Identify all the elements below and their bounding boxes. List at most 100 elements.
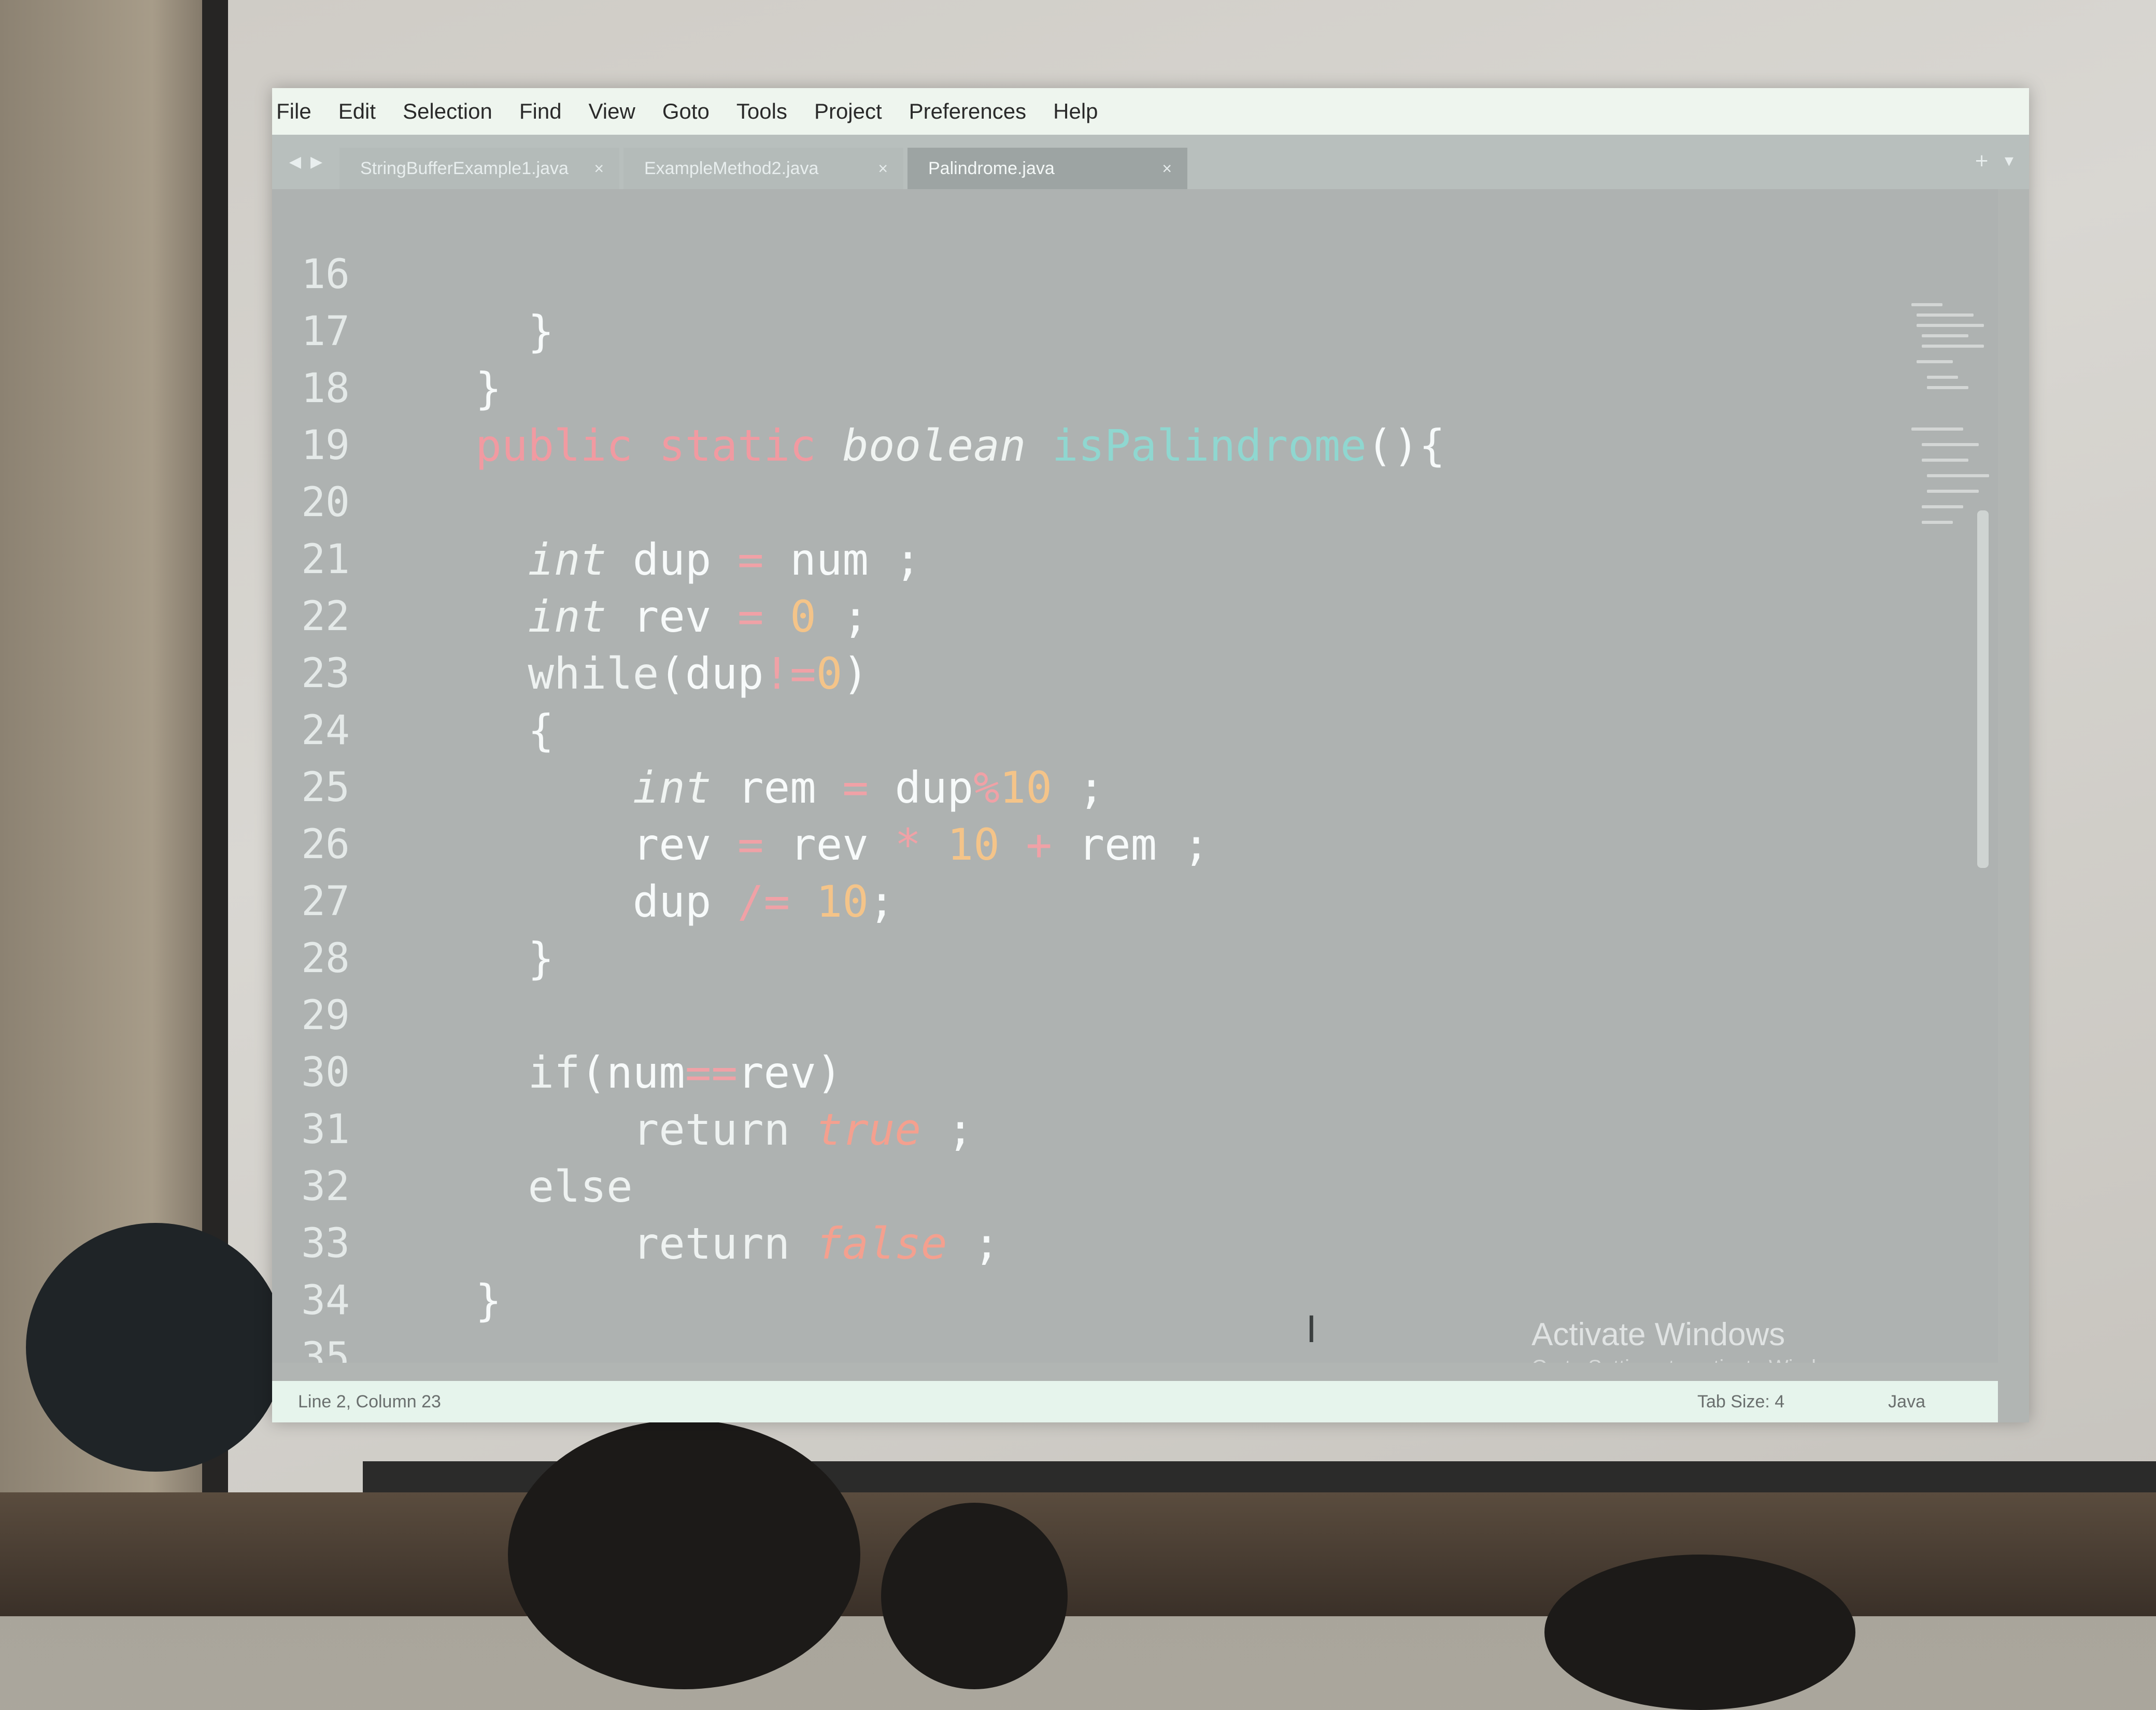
code-line: 24 int rem = dup%10 ; (272, 645, 1104, 813)
identifier: rev (790, 819, 869, 870)
number-literal: 0 (816, 648, 843, 699)
tab-palindrome[interactable]: Palindrome.java × (907, 148, 1187, 189)
code-line: 35 } (272, 1272, 429, 1363)
operator: + (1026, 819, 1052, 870)
operator: = (737, 819, 764, 870)
semicolon: ; (895, 534, 921, 585)
closing-brace: } (528, 306, 555, 357)
vertical-scrollbar[interactable] (1977, 510, 1989, 868)
boolean-literal: true (816, 1104, 921, 1155)
code-line: 29 if(num==rev) (272, 930, 842, 1098)
menu-view[interactable]: View (589, 99, 635, 124)
semicolon: ; (947, 1104, 974, 1155)
code-line: 32 return false ; (272, 1101, 1000, 1269)
identifier: (dup (659, 648, 764, 699)
tab-stringbufferexample1[interactable]: StringBufferExample1.java × (339, 148, 619, 189)
identifier: rem (737, 762, 816, 813)
keyword-if: if (528, 1047, 580, 1098)
number-literal: 10 (947, 819, 1000, 870)
code-line: 33 } (272, 1158, 502, 1326)
nav-left-arrow-icon[interactable]: ◀ (289, 153, 301, 171)
closing-brace: } (475, 1275, 502, 1326)
keyword-static: static (659, 420, 816, 471)
menu-preferences[interactable]: Preferences (909, 99, 1026, 124)
keyword-while: while (528, 648, 659, 699)
tab-label: Palindrome.java (928, 158, 1055, 178)
code-line: 31 else (272, 1044, 633, 1212)
menu-tools[interactable]: Tools (736, 99, 787, 124)
tab-close-icon[interactable]: × (1162, 159, 1172, 178)
keyword-return: return (632, 1218, 790, 1269)
operator: % (973, 762, 1000, 813)
syntax-indicator[interactable]: Java (1888, 1392, 1925, 1412)
tab-label: StringBufferExample1.java (360, 158, 569, 178)
paren: ) (842, 648, 869, 699)
code-line: 26 dup /= 10; (272, 759, 895, 927)
keyword-return: return (632, 1104, 790, 1155)
menu-file[interactable]: File (276, 99, 311, 124)
identifier: dup (895, 762, 974, 813)
type-int: int (528, 534, 607, 585)
identifier: rev) (737, 1047, 843, 1098)
tab-tools: + ▾ (1974, 150, 2013, 171)
tab-size-indicator[interactable]: Tab Size: 4 (1697, 1392, 1784, 1412)
identifier: dup (632, 876, 712, 927)
code-line: 16 } (272, 189, 554, 357)
code-line: 18 public static boolean isPalindrome(){ (272, 303, 1445, 471)
minimap[interactable] (1906, 303, 1989, 635)
activate-windows-watermark: Activate Windows Go to Settings to activ… (1531, 1316, 1859, 1363)
watermark-title: Activate Windows (1531, 1317, 1785, 1352)
audience-head (1544, 1555, 1855, 1710)
code-line: 25 rev = rev * 10 + rem ; (272, 702, 1209, 870)
number-literal: 0 (790, 591, 816, 642)
boolean-literal: false (816, 1218, 947, 1269)
operator: * (895, 819, 921, 870)
menu-goto[interactable]: Goto (662, 99, 710, 124)
code-editor[interactable]: 16 } 17 } 18 public static boolean isPal… (272, 189, 1998, 1363)
identifier: dup (632, 534, 712, 585)
type-int: int (632, 762, 712, 813)
new-tab-plus-icon[interactable]: + (1974, 150, 1989, 171)
cursor-position: Line 2, Column 23 (298, 1391, 441, 1412)
tab-navigation: ◀ ▶ (272, 135, 339, 189)
operator: = (737, 591, 764, 642)
tab-list-chevron-icon[interactable]: ▾ (2005, 150, 2013, 171)
helmet (26, 1223, 285, 1472)
code-line: 20 int dup = num ; (272, 417, 921, 585)
identifier: (num (580, 1047, 685, 1098)
menu-find[interactable]: Find (519, 99, 562, 124)
identifier: rev (632, 591, 712, 642)
code-line: 36 (272, 1329, 429, 1363)
code-line: 30 return true ; (272, 987, 973, 1155)
opening-brace: { (528, 705, 555, 756)
tab-close-icon[interactable]: × (594, 159, 604, 178)
code-line: 23 { (272, 588, 554, 756)
nav-right-arrow-icon[interactable]: ▶ (310, 153, 322, 171)
menu-selection[interactable]: Selection (403, 99, 492, 124)
sublime-editor-window: File Edit Selection Find View Goto Tools… (272, 88, 2029, 1422)
semicolon: ; (973, 1218, 1000, 1269)
closing-brace: } (528, 933, 555, 984)
audience-head (881, 1503, 1068, 1689)
type-int: int (528, 591, 607, 642)
keyword-else: else (528, 1161, 633, 1212)
text-cursor-icon: I (1306, 1308, 1317, 1351)
keyword-public: public (475, 420, 633, 471)
menu-project[interactable]: Project (814, 99, 882, 124)
code-line: 27 } (272, 816, 554, 984)
tab-label: ExampleMethod2.java (644, 158, 819, 178)
code-line: 17 } (272, 246, 502, 414)
number-literal: 10 (999, 762, 1052, 813)
code-line: 19 (272, 360, 429, 469)
number-literal: 10 (816, 876, 869, 927)
operator: != (763, 648, 816, 699)
operator: /= (737, 876, 790, 927)
menu-bar: File Edit Selection Find View Goto Tools… (272, 88, 2029, 135)
tab-examplemethod2[interactable]: ExampleMethod2.java × (623, 148, 903, 189)
tab-close-icon[interactable]: × (878, 159, 888, 178)
menu-help[interactable]: Help (1053, 99, 1098, 124)
audience-head (508, 1420, 860, 1689)
operator: == (685, 1047, 738, 1098)
semicolon: ; (842, 591, 869, 642)
menu-edit[interactable]: Edit (338, 99, 376, 124)
